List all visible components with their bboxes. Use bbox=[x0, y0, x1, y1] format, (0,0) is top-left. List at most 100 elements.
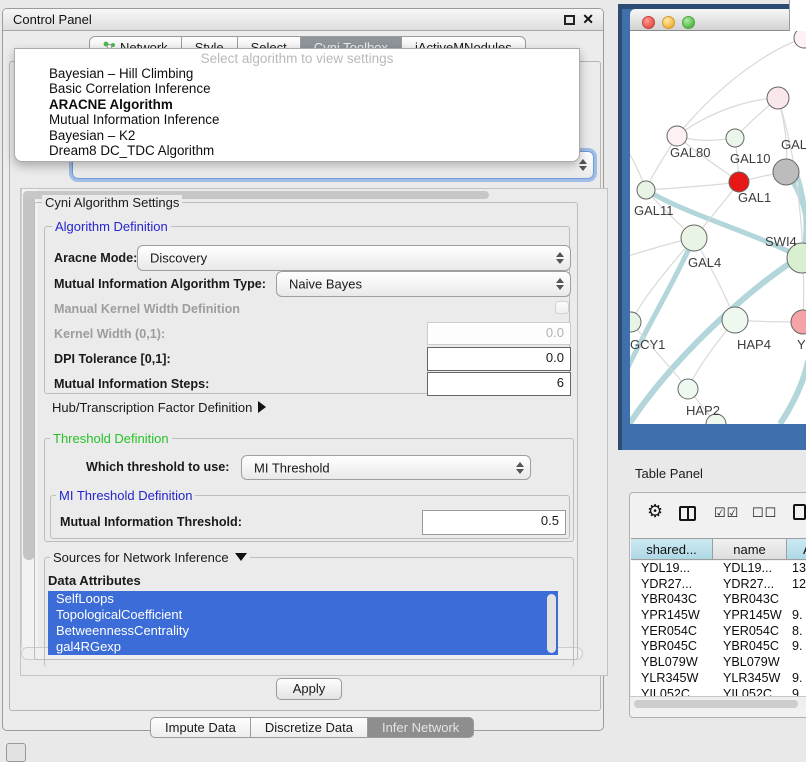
dropdown-item[interactable]: Bayesian – Hill Climbing bbox=[15, 66, 579, 81]
dropdown-items: Bayesian – Hill ClimbingBasic Correlatio… bbox=[15, 66, 579, 158]
network-node-y[interactable] bbox=[791, 310, 806, 334]
network-node-gal80[interactable] bbox=[667, 126, 687, 146]
table-row[interactable]: YPR145WYPR145W9. bbox=[631, 608, 806, 624]
table-row[interactable]: YLR345WYLR345W9. bbox=[631, 671, 806, 687]
dpi-tolerance-field[interactable]: 0.0 bbox=[427, 347, 571, 371]
table-panel: ⚙ ☑☑ ☐☐ shared... name A YDL19...YDL19..… bbox=[629, 492, 806, 718]
attribute-list-item[interactable]: BetweennessCentrality bbox=[48, 623, 558, 639]
table-cell: 9. bbox=[787, 639, 806, 655]
network-node-gcy1[interactable] bbox=[630, 312, 641, 332]
close-icon[interactable]: ✕ bbox=[582, 11, 594, 28]
network-window-titlebar[interactable] bbox=[630, 9, 789, 31]
gear-icon[interactable]: ⚙ bbox=[647, 501, 663, 522]
zoom-light-icon[interactable] bbox=[682, 16, 695, 29]
network-node-hap4[interactable] bbox=[722, 307, 748, 333]
table-horizontal-scrollbar[interactable] bbox=[630, 696, 806, 709]
hub-definition-expander[interactable]: Hub/Transcription Factor Definition bbox=[52, 400, 266, 415]
node-label: GAL1 bbox=[738, 190, 771, 205]
expander-expanded-icon bbox=[235, 553, 247, 561]
kernel-width-field[interactable]: 0.0 bbox=[427, 322, 571, 345]
mi-threshold-label: Mutual Information Threshold: bbox=[60, 515, 242, 529]
tab-impute-data[interactable]: Impute Data bbox=[150, 717, 251, 738]
columns-icon[interactable] bbox=[679, 506, 696, 521]
scrollbar-thumb[interactable] bbox=[634, 700, 798, 708]
table-cell: YPR145W bbox=[631, 608, 713, 624]
attribute-list-item[interactable]: gal4RGexp bbox=[48, 639, 558, 655]
network-canvas[interactable]: GALGAL80GAL10GAL1GAL11GAL4SWI4GCY1HAP4YH… bbox=[630, 31, 806, 424]
sources-title: Sources for Network Inference bbox=[53, 550, 229, 565]
table-row[interactable]: YDR27...YDR27...12 bbox=[631, 577, 806, 593]
node-label: GAL11 bbox=[634, 203, 674, 218]
float-window-icon[interactable] bbox=[564, 15, 575, 25]
manual-kernel-checkbox[interactable] bbox=[555, 301, 569, 314]
collapsed-panel-button[interactable] bbox=[6, 743, 26, 762]
network-node-gal[interactable] bbox=[767, 87, 789, 109]
node-label: SWI4 bbox=[765, 234, 797, 249]
network-node[interactable] bbox=[773, 159, 799, 185]
column-header-clipped[interactable]: A bbox=[787, 539, 806, 559]
table-body: YDL19...YDL19...13YDR27...YDR27...12YBR0… bbox=[631, 561, 806, 697]
dropdown-item[interactable]: Mutual Information Inference bbox=[15, 112, 579, 127]
table-cell: 9. bbox=[787, 608, 806, 624]
network-node-hap2[interactable] bbox=[678, 379, 698, 399]
table-row[interactable]: YDL19...YDL19...13 bbox=[631, 561, 806, 577]
node-label: Y bbox=[797, 337, 806, 352]
dropdown-item[interactable]: Bayesian – K2 bbox=[15, 128, 579, 143]
table-cell: YLR345W bbox=[631, 671, 713, 687]
dropdown-item[interactable]: Dream8 DC_TDC Algorithm bbox=[15, 143, 579, 158]
network-node-gal4[interactable] bbox=[681, 225, 707, 251]
control-panel-titlebar[interactable]: Control Panel ✕ bbox=[3, 9, 603, 31]
table-row[interactable]: YBR045CYBR045C9. bbox=[631, 639, 806, 655]
tab-infer-network[interactable]: Infer Network bbox=[367, 717, 474, 738]
table-cell: YDL19... bbox=[631, 561, 713, 577]
attribute-list-item[interactable]: SelfLoops bbox=[48, 591, 558, 607]
list-scrollbar-thumb[interactable] bbox=[547, 594, 556, 653]
table-cell: YER054C bbox=[713, 624, 787, 640]
table-row[interactable]: YBR043CYBR043C bbox=[631, 592, 806, 608]
table-cell: YBR045C bbox=[631, 639, 713, 655]
dropdown-item[interactable]: ARACNE Algorithm bbox=[15, 97, 579, 112]
checked-boxes-icon[interactable]: ☑☑ bbox=[714, 505, 739, 521]
sources-expander[interactable]: Sources for Network Inference bbox=[50, 550, 250, 565]
expander-collapsed-icon bbox=[258, 401, 266, 413]
table-row[interactable]: YBL079WYBL079W bbox=[631, 655, 806, 671]
apply-button[interactable]: Apply bbox=[276, 678, 342, 700]
table-cell: YER054C bbox=[631, 624, 713, 640]
table-cell: YBL079W bbox=[631, 655, 713, 671]
stepper-arrows-icon bbox=[515, 462, 524, 474]
network-nodes[interactable] bbox=[630, 31, 806, 424]
table-cell bbox=[787, 655, 806, 671]
close-light-icon[interactable] bbox=[642, 16, 655, 29]
mi-steps-field[interactable]: 6 bbox=[427, 372, 571, 396]
network-node-gal11[interactable] bbox=[637, 181, 655, 199]
attribute-list-item[interactable]: TopologicalCoefficient bbox=[48, 607, 558, 623]
column-header-shared-name[interactable]: shared... bbox=[631, 539, 713, 559]
node-label: GCY1 bbox=[630, 337, 665, 352]
dropdown-item[interactable]: Basic Correlation Inference bbox=[15, 81, 579, 96]
table-cell: YBL079W bbox=[713, 655, 787, 671]
data-attributes-list[interactable]: SelfLoopsTopologicalCoefficientBetweenne… bbox=[48, 591, 558, 657]
dpi-tolerance-label: DPI Tolerance [0,1]: bbox=[54, 352, 171, 366]
mi-threshold-field[interactable]: 0.5 bbox=[422, 510, 566, 535]
node-label: HAP2 bbox=[686, 403, 720, 418]
tab-discretize-data[interactable]: Discretize Data bbox=[250, 717, 368, 738]
mi-steps-label: Mutual Information Steps: bbox=[54, 377, 209, 391]
algorithm-dropdown-popup: Select algorithm to view settings Bayesi… bbox=[14, 48, 580, 162]
column-header-name[interactable]: name bbox=[713, 539, 787, 559]
table-cell: YBR043C bbox=[713, 592, 787, 608]
aracne-mode-combobox[interactable]: Discovery bbox=[137, 245, 571, 271]
mi-type-combobox[interactable]: Naive Bayes bbox=[276, 271, 571, 297]
threshold-definition-title: Threshold Definition bbox=[50, 431, 172, 446]
which-threshold-value: MI Threshold bbox=[254, 460, 330, 475]
network-node-gal10[interactable] bbox=[726, 129, 744, 147]
data-attributes-label: Data Attributes bbox=[48, 573, 141, 588]
which-threshold-combobox[interactable]: MI Threshold bbox=[241, 455, 531, 480]
network-node-gal1[interactable] bbox=[729, 172, 749, 192]
minimize-light-icon[interactable] bbox=[662, 16, 675, 29]
network-node[interactable] bbox=[794, 31, 806, 48]
mi-threshold-title: MI Threshold Definition bbox=[56, 488, 195, 503]
table-row[interactable]: YER054CYER054C8. bbox=[631, 624, 806, 640]
page-icon[interactable] bbox=[793, 504, 806, 520]
stepper-arrows-icon bbox=[578, 159, 587, 171]
unchecked-boxes-icon[interactable]: ☐☐ bbox=[752, 505, 777, 521]
